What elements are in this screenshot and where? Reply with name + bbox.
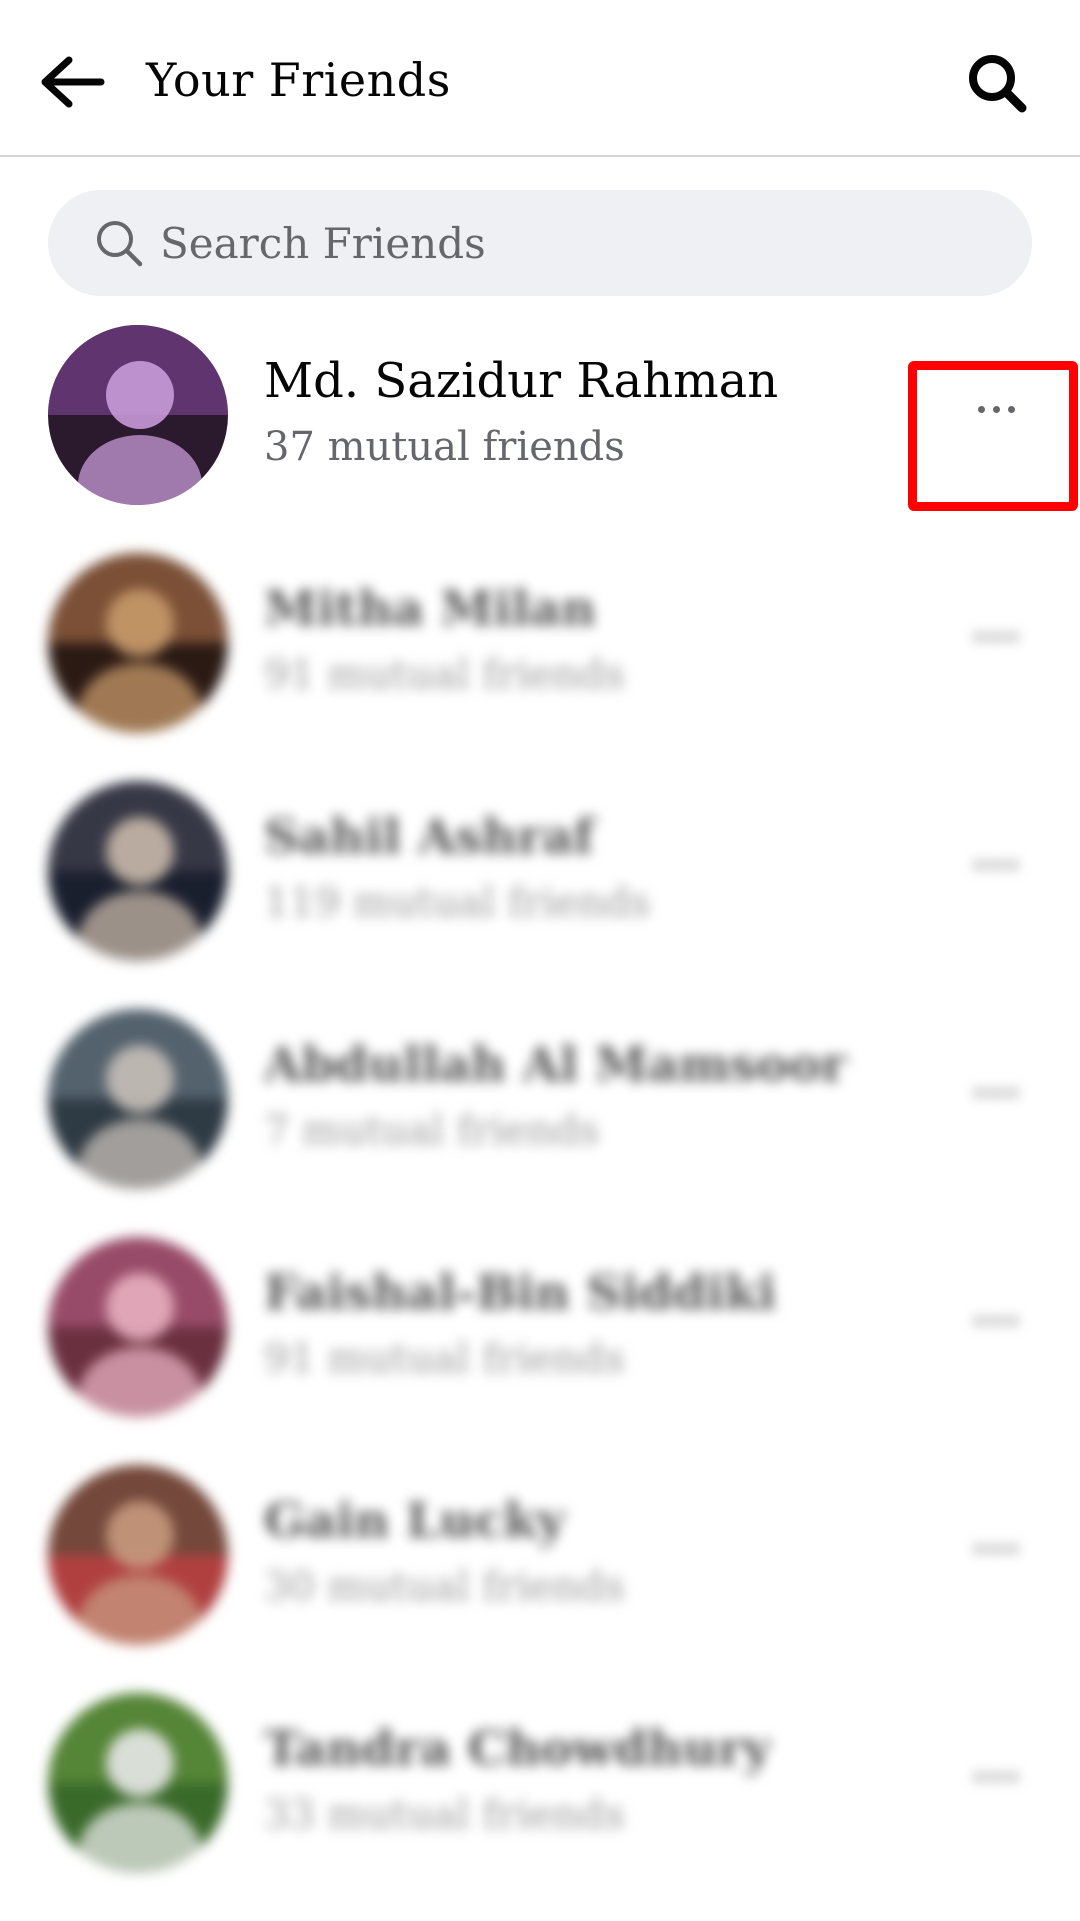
- mutual-friends-count: 7 mutual friends: [264, 1108, 600, 1154]
- more-dots-icon: [992, 405, 1000, 413]
- arrow-left-icon: [41, 56, 105, 108]
- friend-row[interactable]: Gain Lucky 30 mutual friends: [0, 1465, 1080, 1693]
- mutual-friends-count: 119 mutual friends: [264, 880, 651, 926]
- more-dots-icon: [973, 633, 987, 641]
- more-options-button[interactable]: [960, 1513, 1032, 1585]
- mutual-friends-count: 91 mutual friends: [264, 1336, 625, 1382]
- friend-name[interactable]: Faishal-Bin Siddiki: [264, 1263, 776, 1323]
- more-dots-icon: [989, 1545, 1003, 1553]
- friend-avatar[interactable]: [48, 1693, 228, 1873]
- more-options-button[interactable]: [960, 1741, 1032, 1813]
- more-dots-icon: [977, 405, 985, 413]
- friend-row[interactable]: Abdullah Al Mamsoor 7 mutual friends: [0, 1009, 1080, 1237]
- friend-avatar[interactable]: [48, 325, 228, 505]
- friend-row[interactable]: Faishal-Bin Siddiki 91 mutual friends: [0, 1237, 1080, 1465]
- search-friends-input[interactable]: [160, 208, 980, 278]
- friend-avatar[interactable]: [48, 1009, 228, 1189]
- friend-row[interactable]: Tandra Chowdhury 33 mutual friends: [0, 1693, 1080, 1921]
- more-dots-icon: [973, 1089, 987, 1097]
- more-dots-icon: [1005, 1545, 1019, 1553]
- mutual-friends-count: 91 mutual friends: [264, 652, 625, 698]
- back-button[interactable]: [30, 40, 114, 124]
- more-dots-icon: [973, 861, 987, 869]
- more-dots-icon: [1005, 1317, 1019, 1325]
- more-dots-icon: [1005, 1773, 1019, 1781]
- friend-name[interactable]: Tandra Chowdhury: [264, 1719, 771, 1779]
- more-options-button[interactable]: [960, 373, 1032, 445]
- friend-name[interactable]: Sahil Ashraf: [264, 807, 594, 867]
- more-dots-icon: [989, 633, 1003, 641]
- more-dots-icon: [973, 1773, 987, 1781]
- more-dots-icon: [1005, 861, 1019, 869]
- friend-row[interactable]: Md. Sazidur Rahman 37 mutual friends: [0, 325, 1080, 553]
- more-options-button[interactable]: [960, 829, 1032, 901]
- more-dots-icon: [989, 861, 1003, 869]
- more-dots-icon: [1005, 1089, 1019, 1097]
- more-options-button[interactable]: [960, 1285, 1032, 1357]
- friend-avatar[interactable]: [48, 1237, 228, 1417]
- friend-name[interactable]: Md. Sazidur Rahman: [264, 351, 778, 411]
- more-dots-icon: [1005, 633, 1019, 641]
- more-dots-icon: [989, 1089, 1003, 1097]
- friend-row[interactable]: Sahil Ashraf 119 mutual friends: [0, 781, 1080, 1009]
- mutual-friends-count: 37 mutual friends: [264, 424, 625, 470]
- friend-name[interactable]: Mitha Milan: [264, 579, 596, 639]
- more-dots-icon: [989, 1317, 1003, 1325]
- friend-avatar[interactable]: [48, 553, 228, 733]
- more-dots-icon: [973, 1545, 987, 1553]
- friend-row[interactable]: Mitha Milan 91 mutual friends: [0, 553, 1080, 781]
- friend-name[interactable]: Abdullah Al Mamsoor: [264, 1035, 846, 1095]
- search-icon: [969, 55, 1027, 113]
- more-dots-icon: [973, 1317, 987, 1325]
- mutual-friends-count: 33 mutual friends: [264, 1792, 625, 1838]
- more-dots-icon: [989, 1773, 1003, 1781]
- friend-name[interactable]: Gain Lucky: [264, 1491, 565, 1551]
- more-options-button[interactable]: [960, 601, 1032, 673]
- more-dots-icon: [1007, 405, 1015, 413]
- more-options-button[interactable]: [960, 1057, 1032, 1129]
- mutual-friends-count: 30 mutual friends: [264, 1564, 625, 1610]
- friend-avatar[interactable]: [48, 1465, 228, 1645]
- header-search-button[interactable]: [952, 38, 1042, 128]
- friend-avatar[interactable]: [48, 781, 228, 961]
- page-title: Your Friends: [146, 53, 451, 107]
- search-friends-bar[interactable]: [48, 190, 1032, 296]
- search-icon: [97, 221, 143, 267]
- top-app-bar: Your Friends: [0, 0, 1080, 157]
